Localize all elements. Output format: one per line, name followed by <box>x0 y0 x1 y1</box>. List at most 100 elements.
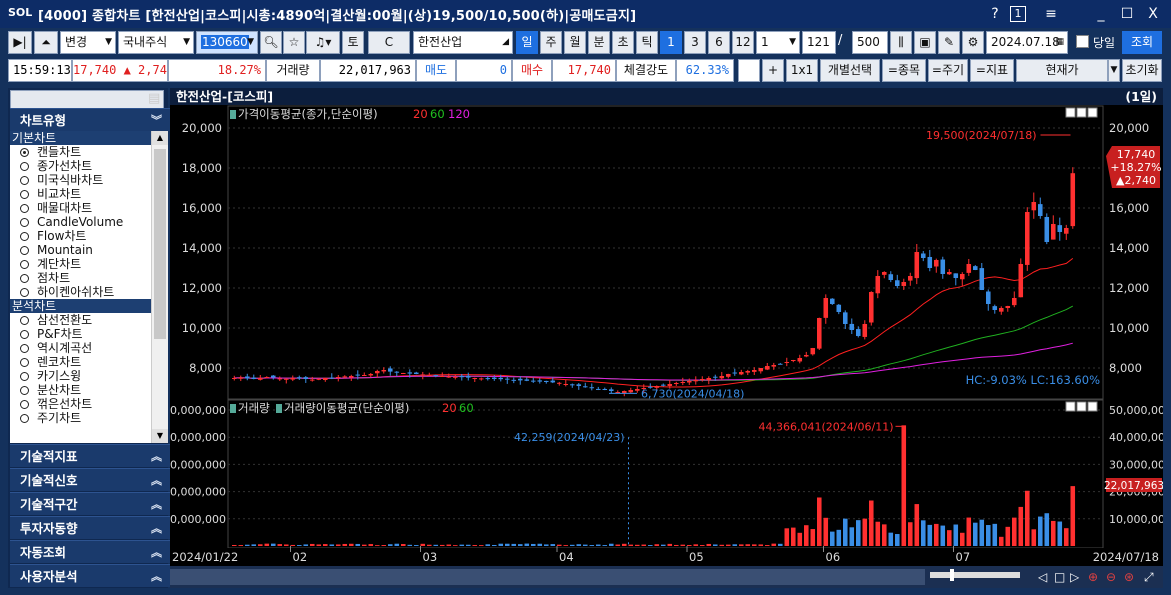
minimize-button[interactable]: _ <box>1090 3 1112 25</box>
chart-scroll-thumb[interactable] <box>170 569 925 585</box>
chart-type-item[interactable]: 점차트 <box>10 271 168 285</box>
chart-type-item[interactable]: 삼선전환도 <box>10 313 168 327</box>
period-month[interactable]: 월 <box>564 31 586 54</box>
next-icon[interactable]: ▶| <box>8 31 32 54</box>
count-input[interactable]: 121 <box>802 31 836 54</box>
alarm-icon[interactable]: ♫▾ <box>306 31 340 54</box>
chart-type-item[interactable]: 분산차트 <box>10 383 168 397</box>
close-button[interactable]: X <box>1142 3 1164 25</box>
menu-icon[interactable]: ≡ <box>1040 3 1062 25</box>
radio-icon[interactable] <box>20 246 29 255</box>
radio-icon[interactable] <box>20 316 29 325</box>
chart-type-item[interactable]: 비교차트 <box>10 187 168 201</box>
radio-icon[interactable] <box>20 344 29 353</box>
search-icon[interactable]: 🔍︎ <box>260 31 282 54</box>
chart-group-0[interactable]: 기본차트 <box>10 131 168 145</box>
zoom-slider-handle[interactable] <box>950 569 954 581</box>
sidebar-section-4[interactable]: 자동조회 ︽ <box>10 540 170 563</box>
plus-button[interactable]: + <box>762 59 784 82</box>
maximize-button[interactable]: ☐ <box>1116 3 1138 25</box>
radio-icon[interactable] <box>20 204 29 213</box>
chart-type-item[interactable]: CandleVolume <box>10 215 168 229</box>
price-pane-controls[interactable] <box>1065 107 1098 118</box>
stock-name-field[interactable]: 한전산업 ◢ <box>413 31 513 54</box>
code-input[interactable]: 130660 ▼ <box>196 31 258 54</box>
query-button[interactable]: 조회 <box>1122 31 1162 54</box>
list-icon[interactable]: ▤ <box>148 91 160 106</box>
zoom-in-icon[interactable]: ⊕ <box>1088 570 1098 584</box>
sidebar-section-5[interactable]: 사용자분석 ︽ <box>10 564 170 587</box>
individual-select-button[interactable]: 개별선택 <box>820 59 880 82</box>
date-input[interactable]: 2024.07.18 ▦ <box>986 31 1068 54</box>
num-1[interactable]: 1 <box>660 31 682 54</box>
change-dropdown[interactable]: 변경 ▼ <box>60 31 116 54</box>
total-input[interactable]: 500 <box>852 31 888 54</box>
scroll-thumb[interactable] <box>154 149 166 339</box>
radio-icon[interactable] <box>20 288 29 297</box>
sidebar-section-2[interactable]: 기술적구간 ︽ <box>10 492 170 515</box>
radio-icon[interactable] <box>20 274 29 283</box>
expand-icon[interactable]: ⤢ <box>1143 570 1154 584</box>
chart-type-item[interactable]: 카기스윙 <box>10 369 168 383</box>
volume-pane-controls[interactable] <box>1065 401 1098 412</box>
period-tick[interactable]: 틱 <box>636 31 658 54</box>
chart-group-1[interactable]: 분석차트 <box>10 299 168 313</box>
radio-icon[interactable] <box>20 414 29 423</box>
list-scrollbar[interactable]: ▲ ▼ <box>151 131 168 443</box>
chart-type-item[interactable]: Flow차트 <box>10 229 168 243</box>
zoom-out-icon[interactable]: ⊖ <box>1106 570 1116 584</box>
chart-type-item[interactable]: 매물대차트 <box>10 201 168 215</box>
eq-period-button[interactable]: =주기 <box>928 59 968 82</box>
star-icon[interactable]: ☆ <box>283 31 305 54</box>
eq-stock-button[interactable]: =종목 <box>882 59 926 82</box>
onex-button[interactable]: 1x1 <box>786 59 818 82</box>
num-6[interactable]: 6 <box>708 31 730 54</box>
reset-button[interactable]: 초기화 <box>1122 59 1162 82</box>
help-button[interactable]: ? <box>984 3 1006 25</box>
chart-svg[interactable]: 한전산업-[코스피] (1일) 20,00020,00018,00018,000… <box>163 88 1171 588</box>
period-day[interactable]: 일 <box>516 31 538 54</box>
chart-type-item[interactable]: 캔들차트 <box>10 145 168 159</box>
period-minute[interactable]: 분 <box>588 31 610 54</box>
market-dropdown[interactable]: 국내주식 ▼ <box>118 31 194 54</box>
radio-icon[interactable] <box>20 358 29 367</box>
chevron-down-icon[interactable]: ▼ <box>1108 59 1120 82</box>
radio-icon[interactable] <box>20 400 29 409</box>
chart-type-item[interactable]: 주기차트 <box>10 411 168 425</box>
chart-type-item[interactable]: 하이켄아쉬차트 <box>10 285 168 299</box>
save-icon[interactable]: ▣ <box>914 31 936 54</box>
pen-icon[interactable]: ✎ <box>938 31 960 54</box>
chart-type-item[interactable]: 렌코차트 <box>10 355 168 369</box>
stop-icon[interactable]: □ <box>1054 570 1065 584</box>
radio-icon[interactable] <box>20 330 29 339</box>
chart-type-header[interactable]: 차트유형 ︾ <box>10 108 170 131</box>
scroll-down-icon[interactable]: ▼ <box>152 429 168 443</box>
radio-icon[interactable] <box>20 218 29 227</box>
radio-icon[interactable] <box>20 190 29 199</box>
candle-settings-icon[interactable]: ⫼ <box>890 31 912 54</box>
chart-area[interactable]: 한전산업-[코스피] (1일) 20,00020,00018,00018,000… <box>163 88 1171 588</box>
current-price-dropdown[interactable]: 현재가 <box>1016 59 1108 82</box>
zoom-slider[interactable] <box>930 572 1020 578</box>
today-checkbox[interactable] <box>1076 35 1089 48</box>
sidebar-section-3[interactable]: 투자자동향 ︽ <box>10 516 170 539</box>
c-button[interactable]: C <box>368 31 410 54</box>
radio-icon[interactable] <box>20 386 29 395</box>
period-second[interactable]: 초 <box>612 31 634 54</box>
period-week[interactable]: 주 <box>540 31 562 54</box>
chart-type-item[interactable]: 종가선차트 <box>10 159 168 173</box>
sidebar-search-input[interactable] <box>10 90 164 110</box>
chart-type-item[interactable]: 꺾은선차트 <box>10 397 168 411</box>
num-dropdown[interactable]: 1 ▼ <box>756 31 800 54</box>
scroll-up-icon[interactable]: ▲ <box>152 131 168 145</box>
radio-icon[interactable] <box>20 176 29 185</box>
chart-type-item[interactable]: Mountain <box>10 243 168 257</box>
radio-icon[interactable] <box>20 148 29 157</box>
next-icon[interactable]: ▷ <box>1070 570 1080 584</box>
sidebar-section-0[interactable]: 기술적지표 ︽ <box>10 444 170 467</box>
collapse-icon[interactable]: ⏶ <box>34 31 58 54</box>
to-button[interactable]: 토 <box>342 31 364 54</box>
radio-icon[interactable] <box>20 260 29 269</box>
num-12[interactable]: 12 <box>732 31 754 54</box>
eq-indicator-button[interactable]: =지표 <box>970 59 1014 82</box>
